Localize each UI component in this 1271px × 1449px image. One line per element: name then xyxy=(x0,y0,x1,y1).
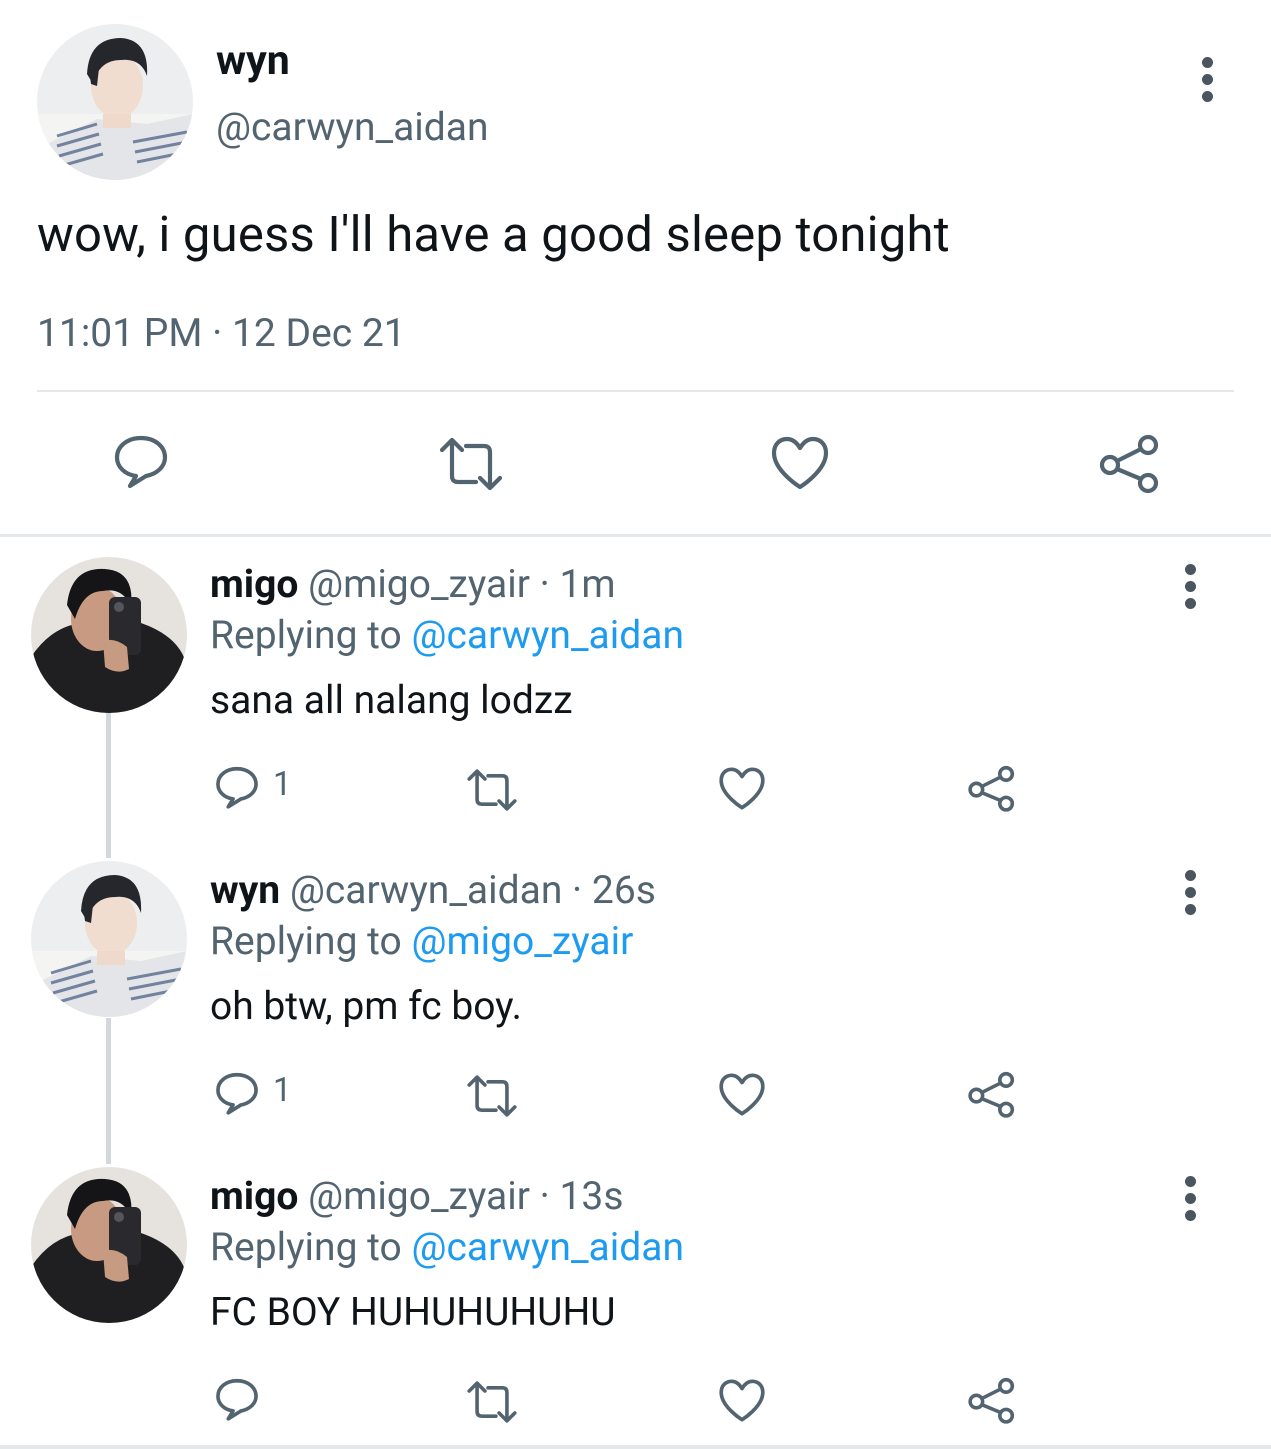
tweet-text: wow, i guess I'll have a good sleep toni… xyxy=(37,206,950,263)
replying-to: Replying to @migo_zyair xyxy=(210,918,633,964)
more-options-icon[interactable] xyxy=(1183,870,1197,921)
replying-to: Replying to @carwyn_aidan xyxy=(210,612,684,658)
retweet-icon[interactable] xyxy=(466,1380,518,1424)
share-icon[interactable] xyxy=(967,1376,1017,1424)
reply-header: wyn @carwyn_aidan · 26s xyxy=(210,867,656,913)
author-name[interactable]: wyn xyxy=(216,37,290,85)
share-icon[interactable] xyxy=(1098,433,1162,493)
avatar-photo xyxy=(31,861,187,1017)
avatar[interactable] xyxy=(31,1167,187,1323)
avatar-photo xyxy=(37,24,193,180)
reply-tweet[interactable]: migo @migo_zyair · 13s Replying to @carw… xyxy=(0,1149,1271,1445)
reply-icon[interactable] xyxy=(214,1376,260,1422)
avatar[interactable] xyxy=(37,24,193,180)
reply-icon[interactable] xyxy=(214,764,260,810)
tweet-timestamp: 11:01 PM · 12 Dec 21 xyxy=(37,310,406,356)
replying-to-mention[interactable]: @carwyn_aidan xyxy=(411,1224,684,1270)
main-tweet: wyn @carwyn_aidan wow, i guess I'll have… xyxy=(0,0,1271,536)
reply-text: sana all nalang lodzz xyxy=(210,677,573,723)
reply-author-name[interactable]: migo xyxy=(210,561,298,607)
author-handle[interactable]: @carwyn_aidan xyxy=(216,104,489,150)
retweet-icon[interactable] xyxy=(466,768,518,812)
divider xyxy=(37,390,1234,392)
reply-tweet[interactable]: migo @migo_zyair · 1m Replying to @carwy… xyxy=(0,537,1271,843)
replying-to-mention[interactable]: @carwyn_aidan xyxy=(411,612,684,658)
reply-author-handle[interactable]: @migo_zyair xyxy=(308,561,530,607)
more-options-icon[interactable] xyxy=(1200,57,1214,108)
avatar-photo xyxy=(31,557,187,713)
reply-author-handle[interactable]: @carwyn_aidan xyxy=(290,867,563,913)
heart-icon[interactable] xyxy=(770,435,830,491)
reply-author-handle[interactable]: @migo_zyair xyxy=(308,1173,530,1219)
avatar[interactable] xyxy=(31,557,187,713)
divider xyxy=(0,1445,1271,1449)
reply-time: · 13s xyxy=(539,1173,624,1219)
reply-text: oh btw, pm fc boy. xyxy=(210,983,522,1029)
more-options-icon[interactable] xyxy=(1183,1176,1197,1227)
replying-to: Replying to @carwyn_aidan xyxy=(210,1224,684,1270)
avatar[interactable] xyxy=(31,861,187,1017)
reply-text: FC BOY HUHUHUHUHU xyxy=(210,1289,616,1335)
reply-icon[interactable] xyxy=(214,1070,260,1116)
retweet-icon[interactable] xyxy=(466,1074,518,1118)
reply-time: · 1m xyxy=(539,561,616,607)
reply-time: · 26s xyxy=(572,867,656,913)
reply-author-name[interactable]: wyn xyxy=(210,867,280,913)
reply-header: migo @migo_zyair · 13s xyxy=(210,1173,623,1219)
replying-to-label: Replying to xyxy=(210,1224,402,1270)
more-options-icon[interactable] xyxy=(1183,564,1197,615)
replying-to-label: Replying to xyxy=(210,918,402,964)
heart-icon[interactable] xyxy=(718,1072,766,1117)
share-icon[interactable] xyxy=(967,1070,1017,1118)
heart-icon[interactable] xyxy=(718,766,766,811)
reply-author-name[interactable]: migo xyxy=(210,1173,298,1219)
reply-header: migo @migo_zyair · 1m xyxy=(210,561,616,607)
replying-to-mention[interactable]: @migo_zyair xyxy=(411,918,633,964)
reply-icon[interactable] xyxy=(112,432,170,490)
share-icon[interactable] xyxy=(967,764,1017,812)
reply-count: 1 xyxy=(273,765,292,804)
avatar-photo xyxy=(31,1167,187,1323)
replying-to-label: Replying to xyxy=(210,612,402,658)
reply-count: 1 xyxy=(273,1071,292,1110)
reply-tweet[interactable]: wyn @carwyn_aidan · 26s Replying to @mig… xyxy=(0,843,1271,1149)
retweet-icon[interactable] xyxy=(438,436,504,492)
heart-icon[interactable] xyxy=(718,1378,766,1423)
